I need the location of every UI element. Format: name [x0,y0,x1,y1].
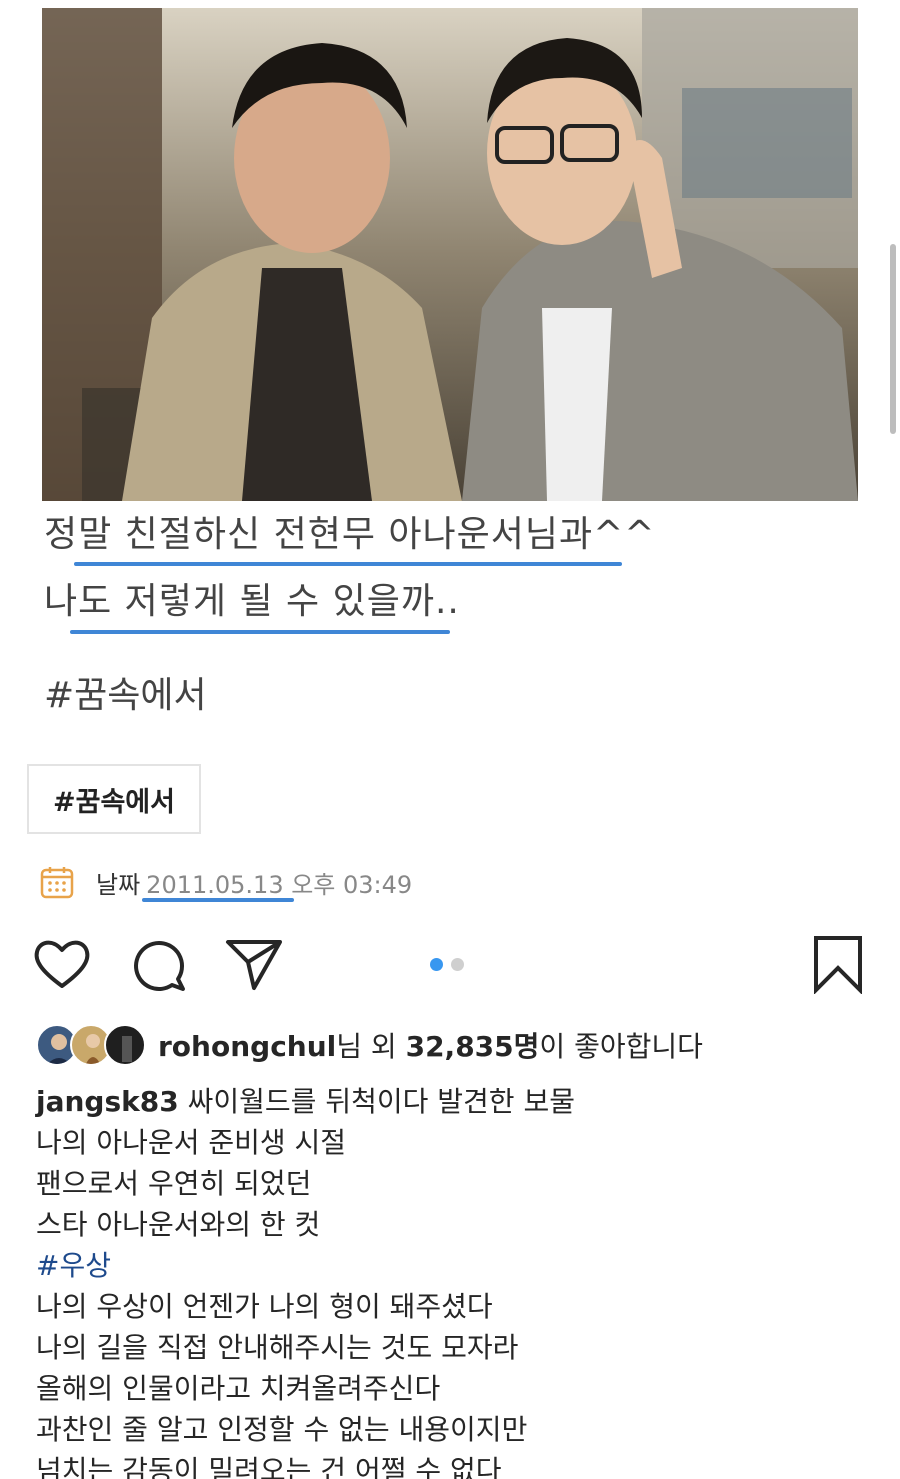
bookmark-icon[interactable] [808,934,868,994]
comment-icon[interactable] [128,934,188,994]
carousel-dot-active [430,958,443,971]
caption-line: 나의 우상이 언젠가 나의 형이 돼주셨다 [36,1290,493,1323]
caption-username[interactable]: jangsk83 [36,1085,179,1118]
likes-connector: 님 외 [336,1030,406,1063]
post-date-row: 날짜 2011.05.13 오후 03:49 [40,862,412,902]
highlight-underline [142,898,294,902]
caption-hashtag[interactable]: #우상 [36,1245,111,1286]
hashtag-chip[interactable]: #꿈속에서 [27,764,201,834]
highlight-underline [70,630,450,634]
likes-suffix: 이 좋아합니다 [539,1030,703,1063]
caption-line: 나의 아나운서 준비생 시절 [36,1126,347,1159]
caption-first-line: jangsk83 싸이월드를 뒤척이다 발견한 보물 [36,1081,575,1122]
highlight-underline [74,562,622,566]
caption-line: 팬으로서 우연히 되었던 [36,1167,312,1200]
embedded-caption-line-1: 정말 친절하신 전현무 아나운서님과^^ [44,514,656,555]
embedded-caption-line-2: 나도 저렇게 될 수 있을까.. [44,581,460,622]
caption-line: 넘치는 감동이 밀려오는 건 어쩔 수 없다 [36,1454,502,1479]
date-label: 날짜 [96,870,141,899]
caption-line: 올해의 인물이라고 치켜올려주신다 [36,1372,441,1405]
heart-icon[interactable] [32,934,92,994]
share-icon[interactable] [224,934,284,994]
liker-avatars [36,1022,148,1068]
embedded-hashtag: #꿈속에서 [44,675,207,716]
carousel-indicator [430,958,464,971]
likes-summary[interactable]: rohongchul님 외 32,835명이 좋아합니다 [36,1022,703,1068]
caption-line: 스타 아나운서와의 한 컷 [36,1208,321,1241]
date-value: 2011.05.13 오후 03:49 [146,870,413,899]
caption-line: 과찬인 줄 알고 인정할 수 없는 내용이지만 [36,1413,528,1446]
instagram-post-view: 정말 친절하신 전현무 아나운서님과^^ 나도 저렇게 될 수 있을까.. #꿈… [0,0,900,1479]
caption-line: 나의 길을 직접 안내해주시는 것도 모자라 [36,1331,519,1364]
carousel-dot [451,958,464,971]
calendar-icon [40,867,74,899]
scrollbar[interactable] [890,244,896,434]
likes-text: rohongchul님 외 32,835명이 좋아합니다 [158,1025,703,1065]
post-photo[interactable] [42,8,858,501]
likes-count[interactable]: 32,835명 [406,1030,540,1063]
liker-username[interactable]: rohongchul [158,1030,336,1063]
avatar [104,1024,146,1066]
caption-text: 싸이월드를 뒤척이다 발견한 보물 [178,1085,575,1118]
photo-illustration [42,8,858,501]
